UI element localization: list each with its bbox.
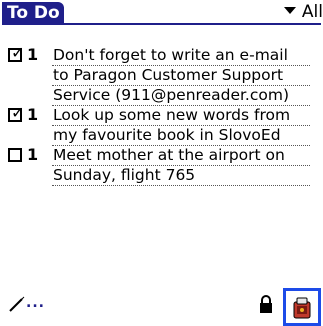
category-selector[interactable]: All [283, 0, 323, 24]
lock-icon[interactable] [258, 294, 274, 314]
task-line: Look up some new words from [52, 106, 310, 126]
task-description[interactable]: Don't forget to write an e-mail to Parag… [52, 46, 310, 106]
checkmark-icon: ✓ [11, 103, 25, 122]
task-line: my favourite book in SlovoEd [52, 126, 310, 146]
app-launcher-button[interactable] [283, 288, 321, 326]
app-title[interactable]: To Do [2, 2, 64, 24]
task-checkbox[interactable]: ✓ [8, 43, 25, 62]
task-line: Don't forget to write an e-mail [52, 46, 310, 66]
task-priority[interactable]: 1 [27, 45, 38, 64]
task-line: to Paragon Customer Support [52, 66, 310, 86]
category-label: All [301, 2, 323, 22]
task-checkbox[interactable] [8, 148, 22, 162]
task-line: Service (911@penreader.com) [52, 86, 310, 106]
task-line: Meet mother at the airport on [52, 146, 310, 166]
todo-screen: To Do All ✓ 1 Don't forget to write an e… [0, 0, 323, 326]
bottom-toolbar: ... [0, 288, 323, 326]
task-description[interactable]: Meet mother at the airport on Sunday, fl… [52, 146, 310, 186]
title-bar: To Do All [0, 0, 323, 26]
task-priority[interactable]: 1 [27, 105, 38, 124]
task-list: ✓ 1 Don't forget to write an e-mail to P… [0, 43, 323, 186]
task-description[interactable]: Look up some new words from my favourite… [52, 106, 310, 146]
title-rule [2, 23, 321, 25]
task-item[interactable]: ✓ 1 Look up some new words from my favou… [0, 103, 323, 146]
pen-icon[interactable] [8, 295, 26, 313]
task-line: Sunday, flight 765 [52, 166, 310, 186]
task-item[interactable]: ✓ 1 Don't forget to write an e-mail to P… [0, 43, 323, 106]
task-priority[interactable]: 1 [27, 145, 38, 164]
checkmark-icon: ✓ [11, 43, 25, 62]
input-indicator: ... [26, 295, 45, 311]
task-checkbox[interactable]: ✓ [8, 103, 25, 122]
task-item[interactable]: 1 Meet mother at the airport on Sunday, … [0, 145, 323, 186]
dropdown-arrow-icon [283, 6, 296, 14]
app-launcher-icon [293, 297, 311, 319]
